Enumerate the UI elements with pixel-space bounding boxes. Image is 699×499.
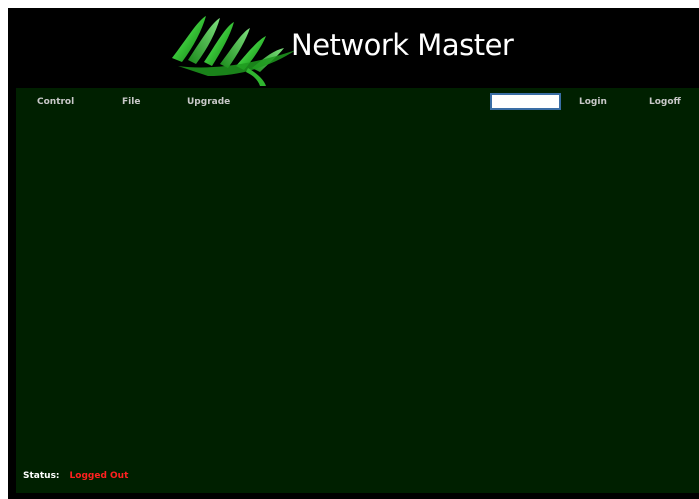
nav-control[interactable]: Control	[37, 96, 74, 108]
header-banner: Network Master	[8, 8, 699, 88]
status-label: Status:	[23, 471, 60, 481]
status-bar: Status: Logged Out	[23, 470, 128, 482]
app-title: Network Master	[291, 28, 514, 62]
main-panel: Control File Upgrade Login Logoff Status…	[16, 88, 699, 493]
login-link[interactable]: Login	[579, 96, 607, 108]
green-ribbon-wave-icon	[172, 16, 296, 86]
nav-file[interactable]: File	[122, 96, 140, 108]
app-logo: Network Master	[168, 10, 568, 86]
login-input[interactable]	[490, 93, 561, 110]
logoff-link[interactable]: Logoff	[649, 96, 681, 108]
status-value: Logged Out	[69, 471, 129, 481]
app-frame: Network Master Control File Upgrade Logi…	[8, 8, 699, 499]
nav-upgrade[interactable]: Upgrade	[187, 96, 230, 108]
